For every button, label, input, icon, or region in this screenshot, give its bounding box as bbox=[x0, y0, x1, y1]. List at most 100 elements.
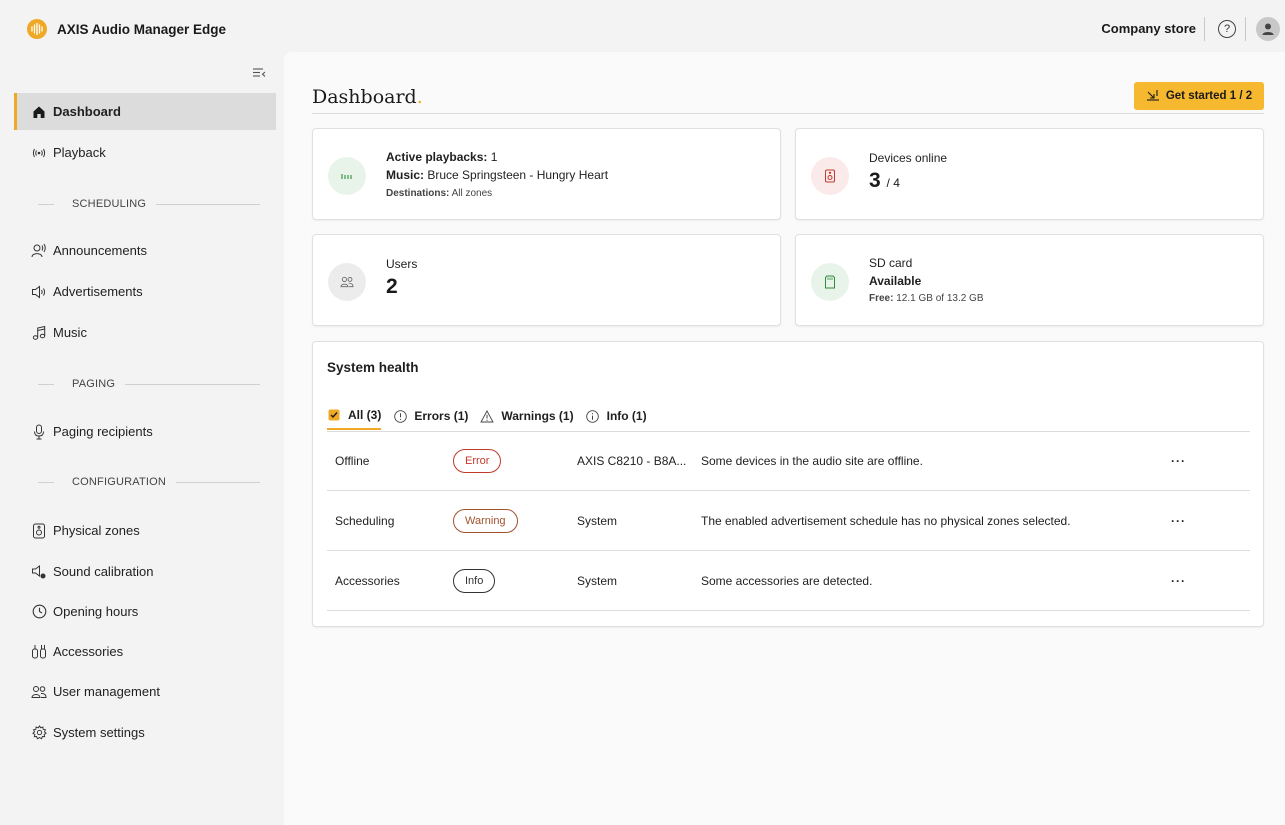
speaking-person-icon bbox=[31, 243, 47, 259]
playback-music-info: Music: Bruce Springsteen - Hungry Heart bbox=[386, 168, 609, 182]
sidebar-item-music[interactable]: Music bbox=[14, 314, 276, 351]
tab-errors[interactable]: Errors (1) bbox=[393, 402, 468, 430]
title-divider bbox=[312, 113, 1264, 114]
tab-warnings[interactable]: Warnings (1) bbox=[480, 402, 574, 430]
topbar-divider bbox=[1245, 17, 1246, 41]
sidebar-item-opening-hours[interactable]: Opening hours bbox=[14, 593, 276, 630]
row-message: Some accessories are detected. bbox=[701, 574, 873, 588]
sidebar-item-announcements[interactable]: Announcements bbox=[14, 232, 276, 269]
speaker-icon bbox=[31, 284, 47, 300]
clock-icon bbox=[31, 604, 47, 620]
users-card[interactable]: Users 2 bbox=[312, 234, 781, 326]
health-filter-tabs: All (3) Errors (1) Warnings (1) Info (1) bbox=[327, 402, 659, 430]
section-label-paging: PAGING bbox=[38, 378, 260, 390]
get-started-icon bbox=[1146, 89, 1160, 104]
users-icon bbox=[31, 684, 47, 700]
help-icon[interactable]: ? bbox=[1218, 20, 1236, 38]
sd-card-status: Available bbox=[869, 274, 922, 288]
sidebar-item-dashboard[interactable]: Dashboard bbox=[14, 93, 276, 130]
sidebar-item-label: Dashboard bbox=[53, 104, 121, 119]
zone-speaker-icon bbox=[31, 523, 47, 539]
sidebar-item-label: Music bbox=[53, 325, 87, 340]
sidebar-item-label: Advertisements bbox=[53, 284, 143, 299]
row-category: Scheduling bbox=[335, 514, 395, 528]
devices-online-card[interactable]: Devices online 3 / 4 bbox=[795, 128, 1264, 220]
sidebar-item-label: Opening hours bbox=[53, 604, 139, 619]
sidebar-item-accessories[interactable]: Accessories bbox=[14, 633, 276, 670]
tab-all[interactable]: All (3) bbox=[327, 402, 382, 430]
more-options-icon[interactable]: ··· bbox=[1171, 454, 1191, 468]
device-speaker-icon bbox=[811, 157, 849, 195]
sidebar-item-label: User management bbox=[53, 684, 160, 699]
calibration-icon bbox=[31, 564, 47, 580]
playback-destinations: Destinations: All zones bbox=[386, 188, 493, 199]
users-icon bbox=[328, 263, 366, 301]
sidebar-item-playback[interactable]: Playback bbox=[14, 134, 276, 171]
error-circle-icon bbox=[393, 409, 407, 423]
sd-card-free-space: Free: 12.1 GB of 13.2 GB bbox=[869, 293, 984, 304]
gear-icon bbox=[31, 725, 47, 741]
sidebar-item-advertisements[interactable]: Advertisements bbox=[14, 273, 276, 310]
section-label-scheduling: SCHEDULING bbox=[38, 198, 260, 210]
row-message: Some devices in the audio site are offli… bbox=[701, 454, 923, 468]
row-message: The enabled advertisement schedule has n… bbox=[701, 514, 1071, 528]
row-source: System bbox=[577, 514, 618, 528]
sidebar-item-label: Physical zones bbox=[53, 523, 140, 538]
active-playbacks-card[interactable]: Active playbacks: 1 Music: Bruce Springs… bbox=[312, 128, 781, 220]
sidebar-item-label: Accessories bbox=[53, 644, 124, 659]
playback-waveform-icon bbox=[328, 157, 366, 195]
system-health-title: System health bbox=[327, 360, 419, 375]
sidebar-item-system-settings[interactable]: System settings bbox=[14, 714, 276, 751]
row-source: AXIS C8210 - B8A... bbox=[577, 454, 687, 468]
axis-audio-logo-icon bbox=[27, 19, 47, 39]
sidebar-item-label: Sound calibration bbox=[53, 564, 154, 579]
table-row[interactable]: Scheduling Warning System The enabled ad… bbox=[327, 492, 1250, 551]
more-options-icon[interactable]: ··· bbox=[1171, 514, 1191, 528]
row-source: System bbox=[577, 574, 618, 588]
sidebar-item-user-management[interactable]: User management bbox=[14, 673, 276, 710]
system-health-card: System health All (3) Errors (1) Warning… bbox=[312, 341, 1264, 627]
sidebar-item-sound-calibration[interactable]: Sound calibration bbox=[14, 553, 276, 590]
table-row[interactable]: Accessories Info System Some accessories… bbox=[327, 552, 1250, 611]
checkbox-checked-icon bbox=[327, 408, 341, 422]
music-note-icon bbox=[31, 325, 47, 341]
sidebar-item-label: Announcements bbox=[53, 243, 147, 258]
devices-online-count: 3 / 4 bbox=[869, 169, 900, 192]
home-icon bbox=[31, 104, 47, 120]
top-bar: AXIS Audio Manager Edge Company store ? bbox=[0, 0, 1285, 58]
status-badge: Error bbox=[453, 449, 502, 473]
sidebar-item-physical-zones[interactable]: Physical zones bbox=[14, 512, 276, 549]
warning-triangle-icon bbox=[480, 409, 495, 423]
more-options-icon[interactable]: ··· bbox=[1171, 574, 1191, 588]
row-category: Offline bbox=[335, 454, 370, 468]
user-avatar[interactable] bbox=[1256, 17, 1280, 41]
sidebar: Dashboard Playback SCHEDULING Announceme… bbox=[0, 58, 284, 825]
app-title: AXIS Audio Manager Edge bbox=[57, 21, 227, 37]
devices-online-label: Devices online bbox=[869, 151, 948, 165]
main-content: Dashboard. Get started 1 / 2 Active play… bbox=[284, 52, 1285, 825]
status-badge: Warning bbox=[453, 509, 518, 533]
row-category: Accessories bbox=[335, 574, 400, 588]
collapse-sidebar-icon[interactable] bbox=[252, 66, 266, 80]
microphone-icon bbox=[31, 424, 47, 440]
sd-card-card[interactable]: SD card Available Free: 12.1 GB of 13.2 … bbox=[795, 234, 1264, 326]
table-row[interactable]: Offline Error AXIS C8210 - B8A... Some d… bbox=[327, 432, 1250, 491]
sd-card-icon bbox=[811, 263, 849, 301]
tab-info[interactable]: Info (1) bbox=[586, 402, 647, 430]
sidebar-item-label: Paging recipients bbox=[53, 424, 153, 439]
section-label-configuration: CONFIGURATION bbox=[38, 476, 260, 488]
sd-card-label: SD card bbox=[869, 256, 913, 270]
sidebar-item-label: System settings bbox=[53, 725, 145, 740]
accessories-icon bbox=[31, 644, 47, 660]
info-circle-icon bbox=[586, 409, 600, 423]
users-label: Users bbox=[386, 257, 418, 271]
status-badge: Info bbox=[453, 569, 496, 593]
get-started-button[interactable]: Get started 1 / 2 bbox=[1134, 82, 1264, 110]
users-count: 2 bbox=[386, 275, 398, 298]
sidebar-item-label: Playback bbox=[53, 145, 106, 160]
broadcast-icon bbox=[31, 145, 47, 161]
active-playbacks-count: Active playbacks: 1 bbox=[386, 150, 498, 164]
page-title: Dashboard. bbox=[312, 86, 423, 108]
company-store-link[interactable]: Company store bbox=[1101, 17, 1205, 41]
sidebar-item-paging-recipients[interactable]: Paging recipients bbox=[14, 413, 276, 450]
